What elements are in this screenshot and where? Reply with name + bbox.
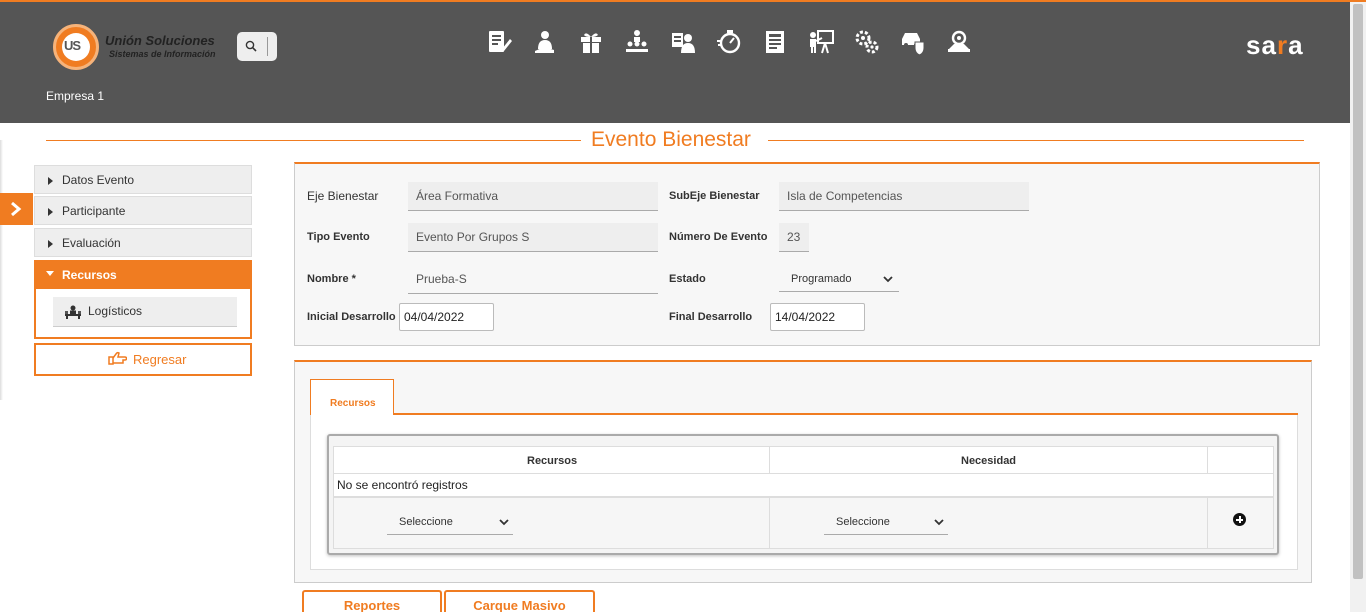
necesidad-selected-value: Seleccione bbox=[836, 516, 890, 528]
module-nav bbox=[486, 29, 992, 59]
column-divider bbox=[769, 447, 770, 475]
document-list-icon[interactable] bbox=[762, 29, 808, 59]
column-divider bbox=[1207, 498, 1208, 548]
empty-message-row: No se encontró registros bbox=[333, 473, 1274, 497]
tab-recursos[interactable]: Recursos bbox=[310, 379, 394, 415]
column-header-necesidad: Necesidad bbox=[961, 455, 1017, 467]
column-divider bbox=[1207, 447, 1208, 475]
logo-subtitle: Sistemas de Información bbox=[109, 49, 216, 59]
reportes-button-label: Reportes bbox=[343, 598, 401, 612]
gears-icon[interactable] bbox=[854, 29, 900, 59]
tab-label: Recursos bbox=[330, 398, 376, 409]
title-rule-left bbox=[46, 140, 581, 141]
caret-down-icon bbox=[46, 271, 54, 276]
sidebar-subpanel-recursos: Logísticos bbox=[34, 289, 252, 339]
caret-right-icon bbox=[48, 208, 53, 216]
final-desarrollo-label: Final Desarrollo bbox=[669, 311, 753, 323]
company-logo[interactable]: US Unión Soluciones Sistemas de Informac… bbox=[53, 24, 223, 70]
page-scrollbar[interactable] bbox=[1350, 2, 1366, 612]
org-chart-icon[interactable] bbox=[624, 29, 670, 59]
sidebar-subitem-logisticos[interactable]: Logísticos bbox=[53, 297, 237, 327]
company-name: Empresa 1 bbox=[46, 89, 105, 103]
back-button[interactable]: Regresar bbox=[34, 343, 252, 376]
sidebar-item-evaluacion[interactable]: Evaluación bbox=[34, 228, 252, 257]
column-header-recursos: Recursos bbox=[527, 455, 578, 467]
timer-icon[interactable] bbox=[716, 29, 762, 59]
app-header: US Unión Soluciones Sistemas de Informac… bbox=[0, 2, 1350, 123]
sidebar-item-datos-evento[interactable]: Datos Evento bbox=[34, 165, 252, 194]
subeje-label: SubEje Bienestar bbox=[669, 190, 760, 202]
chevron-down-icon bbox=[934, 519, 944, 526]
numero-evento-label: Número De Evento bbox=[669, 231, 768, 243]
sidebar-item-label: Participante bbox=[62, 204, 126, 218]
scrollbar-thumb[interactable] bbox=[1353, 4, 1363, 579]
logo-mark: US bbox=[64, 38, 81, 53]
numero-evento-field: 23 bbox=[779, 223, 809, 252]
cargue-masivo-button[interactable]: Carque Masivo bbox=[444, 590, 595, 612]
sidebar-subitem-label: Logísticos bbox=[88, 304, 143, 318]
column-divider bbox=[769, 498, 770, 548]
brand-logo: sara bbox=[1246, 30, 1304, 61]
logistics-icon bbox=[65, 305, 81, 319]
survey-icon[interactable] bbox=[486, 29, 532, 59]
title-rule-right bbox=[768, 140, 1304, 141]
estado-label: Estado bbox=[669, 273, 706, 285]
estado-selected-value: Programado bbox=[791, 273, 852, 285]
caret-right-icon bbox=[48, 177, 53, 185]
gift-icon[interactable] bbox=[578, 29, 624, 59]
estado-select[interactable]: Programado bbox=[779, 268, 899, 292]
tab-underline bbox=[310, 413, 1298, 415]
search-icon bbox=[245, 40, 257, 52]
logo-title: Unión Soluciones bbox=[105, 33, 215, 48]
cargue-masivo-button-label: Carque Masivo bbox=[473, 598, 566, 612]
page-title: Evento Bienestar bbox=[591, 128, 751, 151]
chevron-down-icon bbox=[499, 519, 509, 526]
tipo-evento-label: Tipo Evento bbox=[307, 231, 370, 243]
brand-name: sara bbox=[1246, 30, 1304, 60]
empty-message: No se encontró registros bbox=[337, 478, 468, 492]
sidebar-item-participante[interactable]: Participante bbox=[34, 196, 252, 225]
presenter-icon[interactable] bbox=[808, 29, 854, 59]
inicial-desarrollo-date[interactable]: 04/04/2022 bbox=[399, 303, 494, 331]
sidebar-item-label: Evaluación bbox=[62, 236, 121, 250]
chevron-down-icon bbox=[883, 276, 893, 283]
add-resource-button[interactable] bbox=[1233, 513, 1246, 526]
back-button-label: Regresar bbox=[133, 352, 187, 367]
subeje-field: Isla de Competencias bbox=[779, 182, 1029, 211]
eje-field: Área Formativa bbox=[408, 182, 658, 211]
sidebar-item-recursos[interactable]: Recursos bbox=[34, 260, 252, 289]
caret-right-icon bbox=[48, 240, 53, 248]
eje-label: Eje Bienestar bbox=[307, 189, 379, 203]
sidebar-edge bbox=[0, 140, 3, 400]
inspection-icon[interactable] bbox=[946, 29, 992, 59]
tipo-evento-field: Evento Por Grupos S bbox=[408, 223, 658, 252]
reportes-button[interactable]: Reportes bbox=[302, 590, 442, 612]
inicial-desarrollo-label: Inicial Desarrollo bbox=[307, 311, 396, 323]
nombre-label: Nombre * bbox=[307, 273, 356, 285]
search-button[interactable] bbox=[237, 32, 277, 61]
sidebar-item-label: Recursos bbox=[62, 268, 117, 282]
nombre-input[interactable]: Prueba-S bbox=[408, 265, 658, 294]
car-shield-icon[interactable] bbox=[900, 29, 946, 59]
search-divider bbox=[267, 37, 268, 56]
chevron-right-icon bbox=[11, 201, 22, 217]
worker-id-icon[interactable] bbox=[670, 29, 716, 59]
person-hand-icon[interactable] bbox=[532, 29, 578, 59]
pointing-hand-icon bbox=[108, 351, 127, 365]
sidebar-item-label: Datos Evento bbox=[62, 173, 135, 187]
sidebar-toggle-button[interactable] bbox=[0, 193, 33, 225]
table-header: Recursos Necesidad bbox=[333, 446, 1274, 475]
necesidad-select[interactable]: Seleccione bbox=[824, 511, 948, 535]
final-desarrollo-date[interactable]: 14/04/2022 bbox=[770, 303, 865, 331]
recurso-selected-value: Seleccione bbox=[399, 516, 453, 528]
recurso-select[interactable]: Seleccione bbox=[387, 511, 513, 535]
